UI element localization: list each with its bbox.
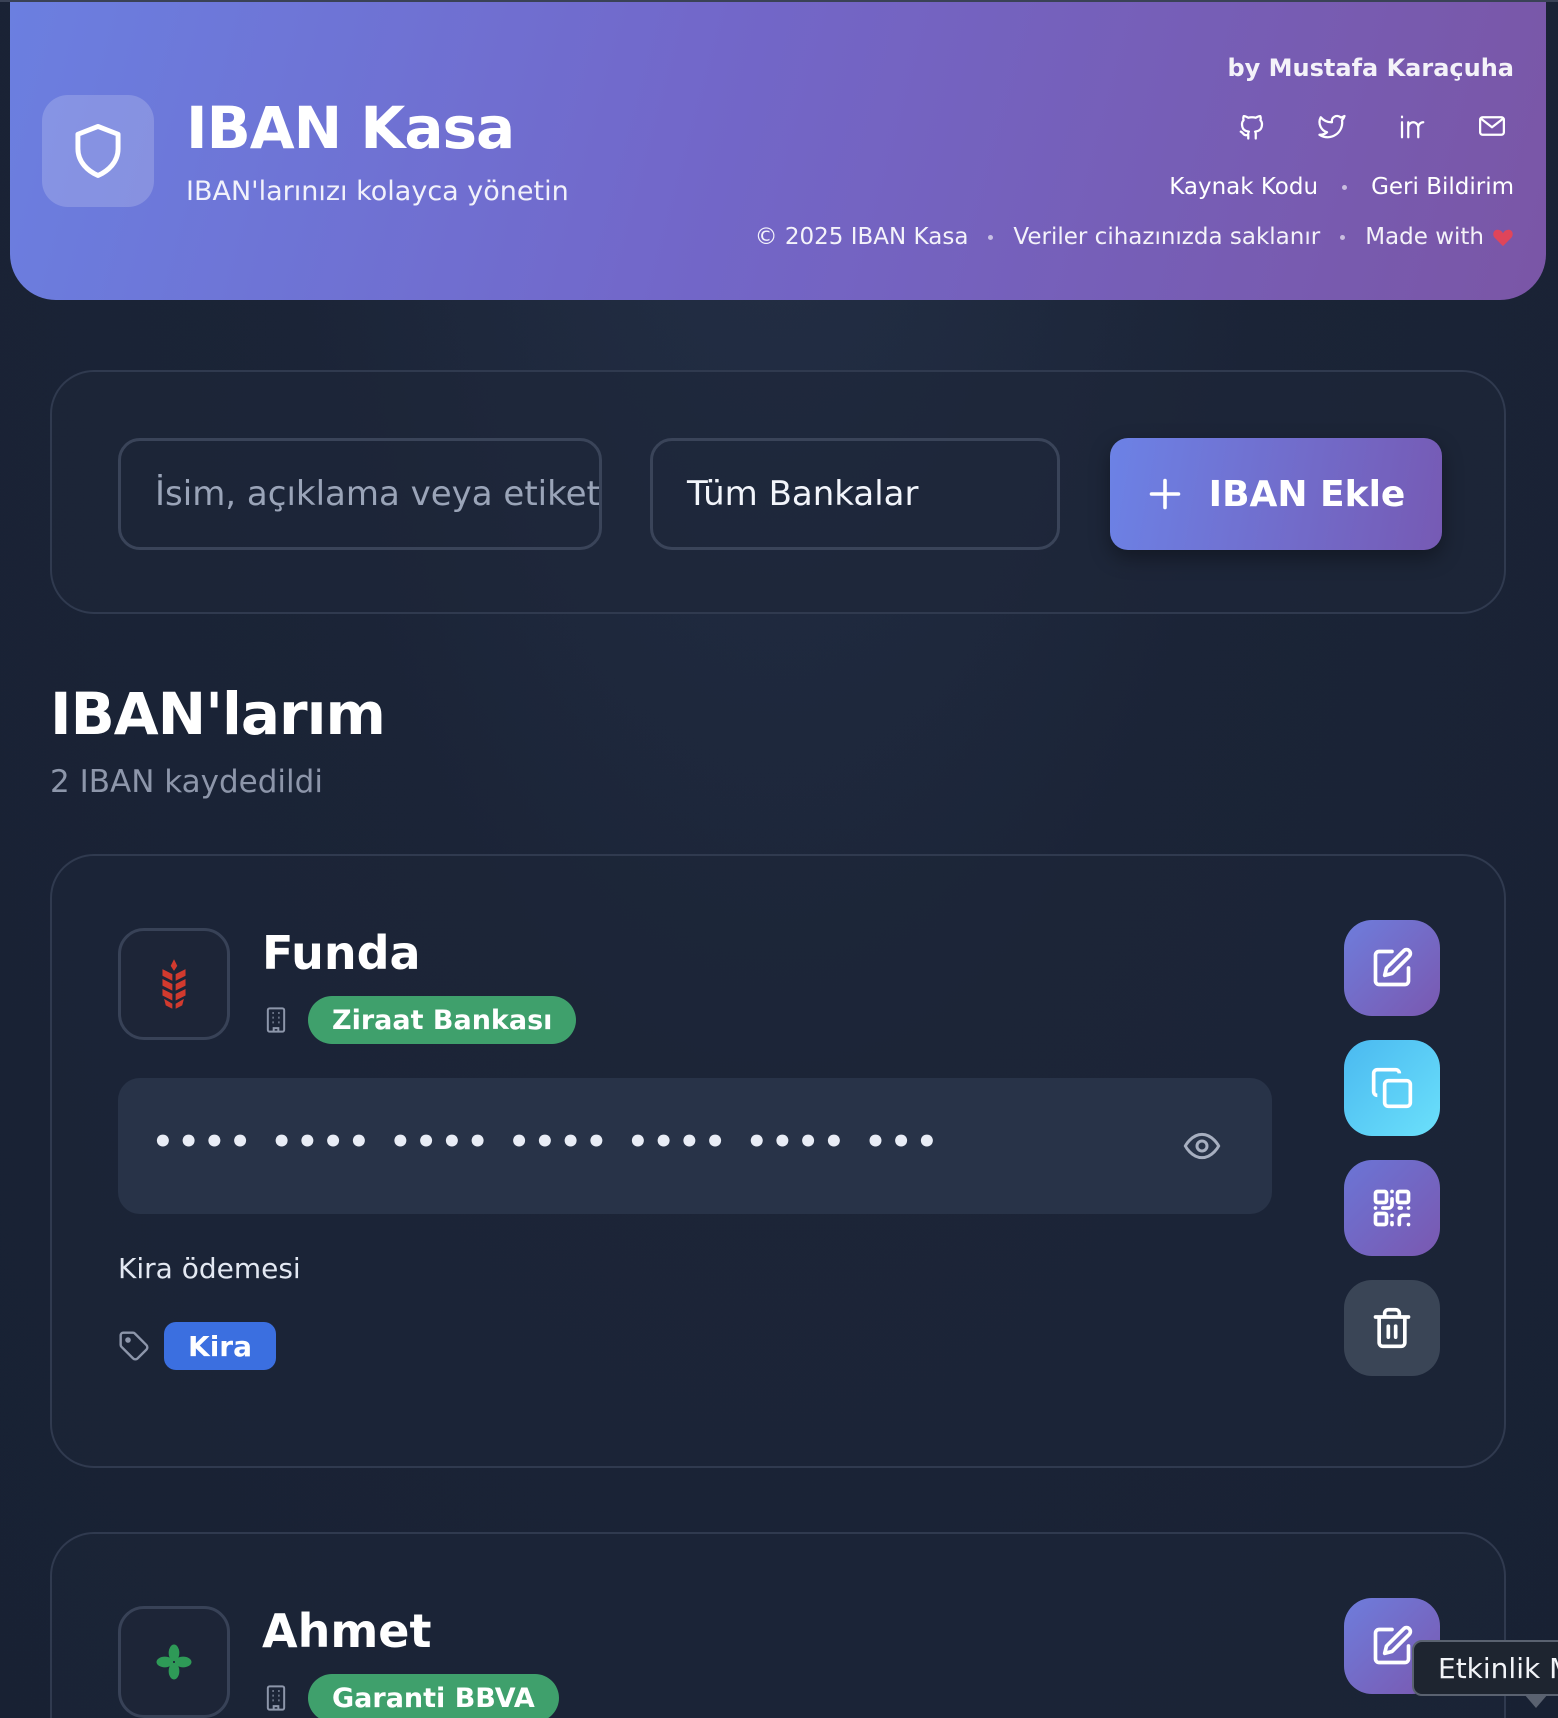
tag-badge[interactable]: Kira xyxy=(164,1322,276,1370)
masked-iban: •••• •••• •••• •••• •••• •••• ••• xyxy=(152,1122,942,1162)
bank-info: Garanti BBVA xyxy=(262,1674,559,1718)
separator-dot xyxy=(988,234,994,240)
iban-card: Ahmet Garanti BBVA xyxy=(50,1532,1506,1718)
iban-card: Funda Ziraat Bankası •••• •••• •••• ••••… xyxy=(50,854,1506,1468)
ziraat-bank-logo xyxy=(118,928,230,1040)
edit-icon xyxy=(1373,1625,1413,1665)
garanti-bank-logo xyxy=(118,1606,230,1718)
account-holder-name: Ahmet xyxy=(262,1604,432,1658)
building-icon xyxy=(266,1685,286,1711)
bank-filter-select[interactable]: Tüm Bankalar xyxy=(650,438,1060,550)
iban-description: Kira ödemesi xyxy=(118,1252,301,1285)
app-header: IBAN Kasa IBAN'larınızı kolayca yönetin … xyxy=(10,2,1546,300)
made-with-text: Made with xyxy=(1365,224,1484,250)
search-input[interactable] xyxy=(118,438,602,550)
plus-icon xyxy=(1149,478,1180,510)
author-credit: by Mustafa Karaçuha xyxy=(1227,54,1514,82)
header-links: Kaynak Kodu Geri Bildirim xyxy=(1169,174,1514,200)
account-holder-name: Funda xyxy=(262,926,421,980)
bank-name-badge: Ziraat Bankası xyxy=(308,996,577,1044)
edit-icon xyxy=(1373,947,1413,987)
github-icon[interactable] xyxy=(1230,104,1274,148)
clover-icon xyxy=(156,1644,192,1680)
mail-icon[interactable] xyxy=(1470,104,1514,148)
delete-button[interactable] xyxy=(1344,1280,1440,1376)
bank-name-badge: Garanti BBVA xyxy=(308,1674,559,1718)
twitter-icon[interactable] xyxy=(1310,104,1354,148)
add-iban-label: IBAN Ekle xyxy=(1208,473,1406,515)
qr-code-icon xyxy=(1373,1189,1411,1227)
tag-list: Kira xyxy=(118,1322,276,1370)
qr-code-button[interactable] xyxy=(1344,1160,1440,1256)
iban-count: 2 IBAN kaydedildi xyxy=(50,764,323,800)
linkedin-icon[interactable] xyxy=(1390,104,1434,148)
add-iban-button[interactable]: IBAN Ekle xyxy=(1110,438,1442,550)
copy-button[interactable] xyxy=(1344,1040,1440,1136)
tooltip-arrow xyxy=(1524,1694,1548,1708)
tooltip: Etkinlik M xyxy=(1412,1640,1558,1696)
heart-icon xyxy=(1493,229,1513,247)
shield-icon xyxy=(75,124,121,178)
app-title: IBAN Kasa xyxy=(186,94,515,162)
separator-dot xyxy=(1342,184,1348,190)
header-footer-info: © 2025 IBAN Kasa Veriler cihazınızda sak… xyxy=(755,224,1514,250)
feedback-link[interactable]: Geri Bildirim xyxy=(1371,174,1514,200)
social-links xyxy=(1230,104,1514,148)
building-icon xyxy=(266,1007,286,1033)
tag-icon xyxy=(119,1331,149,1361)
edit-button[interactable] xyxy=(1344,920,1440,1016)
source-code-link[interactable]: Kaynak Kodu xyxy=(1169,174,1318,200)
bank-info: Ziraat Bankası xyxy=(262,996,577,1044)
app-logo xyxy=(42,95,154,207)
section-title: IBAN'larım xyxy=(50,680,386,748)
app-subtitle: IBAN'larınızı kolayca yönetin xyxy=(186,176,569,207)
trash-icon xyxy=(1373,1307,1411,1349)
eye-icon[interactable] xyxy=(1180,1124,1224,1168)
iban-display: •••• •••• •••• •••• •••• •••• ••• xyxy=(118,1078,1272,1214)
wheat-icon xyxy=(162,959,186,1009)
storage-note: Veriler cihazınızda saklanır xyxy=(1013,224,1321,250)
filter-toolbar: Tüm Bankalar IBAN Ekle xyxy=(50,370,1506,614)
copyright-text: © 2025 IBAN Kasa xyxy=(754,224,969,250)
separator-dot xyxy=(1340,234,1346,240)
copy-icon xyxy=(1371,1067,1413,1109)
